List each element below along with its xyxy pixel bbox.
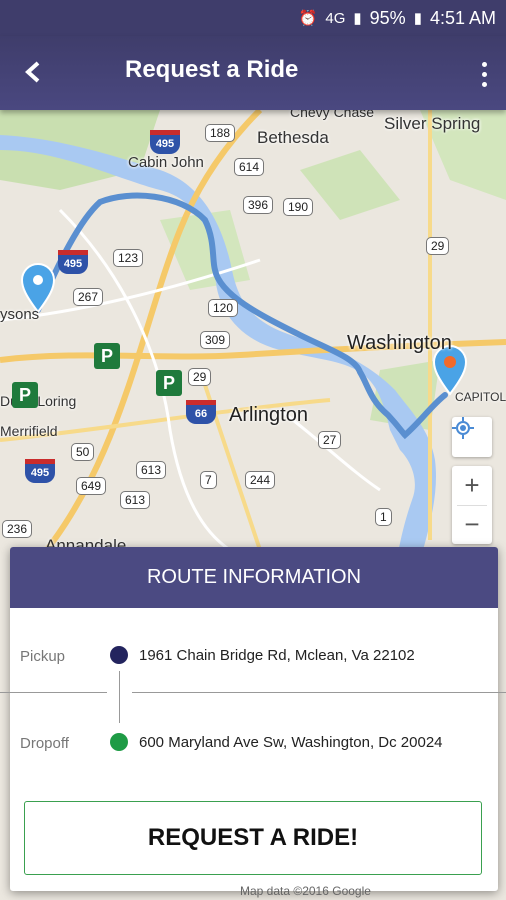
route-shield: 267 — [73, 288, 104, 306]
route-shield: 396 — [243, 196, 274, 214]
page-title: Request a Ride — [125, 56, 299, 83]
route-shield: 1 — [375, 508, 392, 526]
battery-percent: 95% — [369, 7, 406, 28]
route-shield: 29 — [188, 368, 212, 386]
route-shield: 29 — [426, 237, 450, 255]
map-place-label: Silver Spring — [384, 114, 481, 133]
route-shield: 613 — [136, 461, 167, 479]
interstate-shield: 66 — [186, 400, 216, 424]
back-button[interactable] — [16, 54, 50, 90]
route-shield: 7 — [200, 471, 217, 489]
request-ride-button[interactable]: REQUEST A RIDE! — [24, 801, 482, 875]
dropoff-row[interactable]: Dropoff 600 Maryland Ave Sw, Washington,… — [10, 730, 498, 760]
route-info-card: ROUTE INFORMATION Pickup 1961 Chain Brid… — [0, 547, 506, 891]
app-bar: Request a Ride — [0, 36, 506, 110]
zoom-in-button[interactable]: + — [452, 466, 492, 505]
status-bar: ⏰ 4G ▮ 95% ▮ 4:51 AM — [0, 0, 506, 36]
route-shield: 614 — [234, 158, 265, 176]
dropoff-label: Dropoff — [20, 735, 69, 752]
divider — [0, 692, 107, 693]
alarm-icon: ⏰ — [298, 10, 318, 27]
map-place-label: ysons — [0, 306, 40, 323]
map-place-label: Washington — [347, 332, 452, 354]
pickup-address: 1961 Chain Bridge Rd, Mclean, Va 22102 — [139, 647, 415, 664]
route-shield: 190 — [283, 198, 314, 216]
zoom-controls: + − — [452, 466, 492, 544]
pickup-row[interactable]: Pickup 1961 Chain Bridge Rd, Mclean, Va … — [10, 643, 498, 673]
map-attribution: Map data ©2016 Google — [240, 884, 371, 898]
connector-line — [119, 671, 120, 723]
signal-icon: ▮ — [353, 10, 362, 27]
parking-marker-icon[interactable]: P — [156, 370, 182, 396]
battery-icon: ▮ — [413, 10, 422, 27]
dropoff-dot-icon — [110, 733, 128, 751]
route-shield: 50 — [71, 443, 95, 461]
route-shield: 244 — [245, 471, 276, 489]
crosshair-icon — [452, 417, 474, 439]
clock-time: 4:51 AM — [429, 7, 496, 28]
map-place-label: Bethesda — [257, 128, 329, 147]
map-place-label: Merrifield — [0, 423, 58, 439]
map-place-label: Arlington — [229, 404, 308, 426]
interstate-shield: 495 — [150, 130, 180, 154]
route-shield: 309 — [200, 331, 231, 349]
map-place-label: Cabin John — [128, 154, 204, 171]
route-shield: 236 — [2, 520, 33, 538]
parking-marker-icon[interactable]: P — [12, 382, 38, 408]
route-shield: 27 — [318, 431, 342, 449]
pickup-label: Pickup — [20, 648, 66, 665]
overflow-menu-icon — [481, 61, 487, 67]
pickup-dot-icon — [110, 646, 128, 664]
network-label: 4G — [325, 9, 346, 27]
route-shield: 649 — [76, 477, 107, 495]
route-shield: 188 — [205, 124, 236, 142]
divider — [132, 692, 506, 693]
parking-marker-icon[interactable]: P — [94, 343, 120, 369]
overflow-menu-button[interactable] — [472, 54, 496, 94]
zoom-out-button[interactable]: − — [452, 505, 492, 544]
route-shield: 123 — [113, 249, 144, 267]
map-place-label: Chevy Chase — [290, 110, 375, 120]
route-info-header: ROUTE INFORMATION — [10, 547, 498, 608]
route-shield: 613 — [120, 491, 151, 509]
back-arrow-icon — [25, 61, 40, 83]
interstate-shield: 495 — [25, 459, 55, 483]
dropoff-address: 600 Maryland Ave Sw, Washington, Dc 2002… — [139, 734, 443, 751]
interstate-shield: 495 — [58, 250, 88, 274]
map-place-label: CAPITOL — [455, 390, 506, 404]
pickup-pin-icon — [20, 263, 56, 314]
my-location-button[interactable] — [452, 417, 492, 457]
route-shield: 120 — [208, 299, 239, 317]
